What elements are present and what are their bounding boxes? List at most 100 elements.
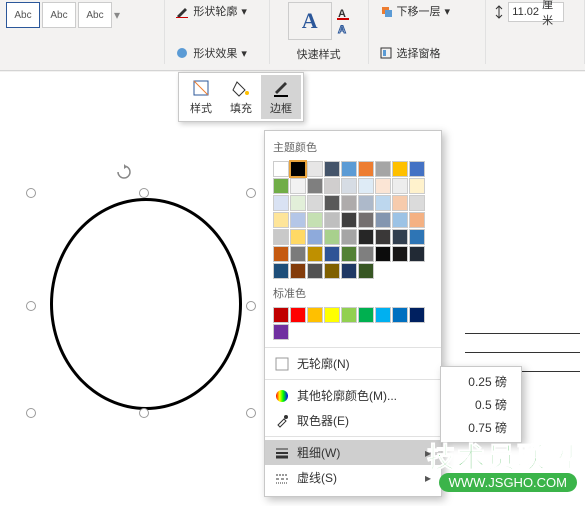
color-swatch[interactable] — [375, 212, 391, 228]
color-swatch[interactable] — [341, 307, 357, 323]
color-swatch[interactable] — [375, 307, 391, 323]
color-swatch[interactable] — [358, 246, 374, 262]
color-swatch[interactable] — [341, 263, 357, 279]
color-swatch[interactable] — [273, 263, 289, 279]
color-swatch[interactable] — [307, 178, 323, 194]
color-swatch[interactable] — [341, 246, 357, 262]
color-swatch[interactable] — [358, 263, 374, 279]
color-swatch[interactable] — [324, 212, 340, 228]
quick-style-gallery[interactable]: A — [288, 2, 332, 40]
color-swatch[interactable] — [358, 161, 374, 177]
more-colors-item[interactable]: 其他轮廓颜色(M)... — [265, 383, 441, 408]
color-swatch[interactable] — [324, 229, 340, 245]
color-swatch[interactable] — [341, 161, 357, 177]
color-swatch[interactable] — [392, 212, 408, 228]
color-swatch[interactable] — [290, 161, 306, 177]
selection-pane-button[interactable]: 选择窗格 — [375, 44, 480, 62]
color-swatch[interactable] — [324, 195, 340, 211]
color-swatch[interactable] — [409, 195, 425, 211]
text-outline-icon[interactable]: A — [336, 22, 350, 36]
color-swatch[interactable] — [324, 178, 340, 194]
color-swatch[interactable] — [358, 212, 374, 228]
color-swatch[interactable] — [324, 307, 340, 323]
fill-button[interactable]: 填充 — [221, 75, 261, 119]
color-swatch[interactable] — [273, 324, 289, 340]
color-swatch[interactable] — [358, 195, 374, 211]
color-swatch[interactable] — [392, 178, 408, 194]
color-swatch[interactable] — [341, 212, 357, 228]
color-swatch[interactable] — [307, 263, 323, 279]
color-swatch[interactable] — [290, 263, 306, 279]
color-swatch[interactable] — [307, 161, 323, 177]
color-swatch[interactable] — [307, 229, 323, 245]
eyedropper-item[interactable]: 取色器(E) — [265, 408, 441, 433]
color-swatch[interactable] — [358, 307, 374, 323]
color-swatch[interactable] — [392, 161, 408, 177]
color-swatch[interactable] — [375, 246, 391, 262]
color-swatch[interactable] — [358, 229, 374, 245]
color-swatch[interactable] — [341, 178, 357, 194]
color-swatch[interactable] — [409, 229, 425, 245]
shape-effects-button[interactable]: 形状效果 ▾ — [171, 44, 262, 62]
color-swatch[interactable] — [409, 161, 425, 177]
color-swatch[interactable] — [341, 195, 357, 211]
style-button[interactable]: 样式 — [181, 75, 221, 119]
resize-handle[interactable] — [26, 408, 36, 418]
color-swatch[interactable] — [324, 246, 340, 262]
color-swatch[interactable] — [307, 307, 323, 323]
color-swatch[interactable] — [409, 178, 425, 194]
color-swatch[interactable] — [358, 178, 374, 194]
color-swatch[interactable] — [290, 212, 306, 228]
resize-handle[interactable] — [26, 301, 36, 311]
color-swatch[interactable] — [375, 161, 391, 177]
resize-handle[interactable] — [246, 188, 256, 198]
weight-option[interactable]: 0.25 磅 — [441, 370, 521, 393]
selected-shape[interactable] — [30, 192, 252, 414]
color-swatch[interactable] — [409, 212, 425, 228]
color-swatch[interactable] — [273, 161, 289, 177]
height-input[interactable]: 11.02 厘米 — [508, 2, 564, 22]
color-swatch[interactable] — [392, 246, 408, 262]
color-swatch[interactable] — [273, 178, 289, 194]
resize-handle[interactable] — [139, 408, 149, 418]
dashes-item[interactable]: 虚线(S)▸ — [265, 465, 441, 490]
color-swatch[interactable] — [273, 229, 289, 245]
color-swatch[interactable] — [273, 212, 289, 228]
color-swatch[interactable] — [307, 246, 323, 262]
color-swatch[interactable] — [392, 229, 408, 245]
color-swatch[interactable] — [392, 307, 408, 323]
send-backward-button[interactable]: 下移一层 ▾ — [375, 2, 480, 20]
color-swatch[interactable] — [290, 178, 306, 194]
resize-handle[interactable] — [26, 188, 36, 198]
color-swatch[interactable] — [290, 246, 306, 262]
text-fill-icon[interactable]: A — [336, 6, 350, 20]
color-swatch[interactable] — [341, 229, 357, 245]
color-swatch[interactable] — [375, 229, 391, 245]
weight-option[interactable]: 0.5 磅 — [441, 393, 521, 416]
resize-handle[interactable] — [139, 188, 149, 198]
rotation-handle-icon[interactable] — [116, 164, 132, 180]
ellipse-shape[interactable] — [50, 198, 242, 410]
no-outline-item[interactable]: 无轮廓(N) — [265, 351, 441, 376]
color-swatch[interactable] — [273, 195, 289, 211]
color-swatch[interactable] — [375, 195, 391, 211]
color-swatch[interactable] — [290, 195, 306, 211]
weight-item[interactable]: 粗细(W)▸ — [265, 440, 441, 465]
color-swatch[interactable] — [392, 195, 408, 211]
color-swatch[interactable] — [375, 178, 391, 194]
color-swatch[interactable] — [290, 229, 306, 245]
shape-outline-button[interactable]: 形状轮廓 ▾ — [171, 2, 262, 20]
color-swatch[interactable] — [409, 246, 425, 262]
color-swatch[interactable] — [409, 307, 425, 323]
color-swatch[interactable] — [324, 161, 340, 177]
color-swatch[interactable] — [324, 263, 340, 279]
gallery-more-icon[interactable]: ▾ — [114, 8, 120, 22]
shape-style-thumb[interactable]: Abc — [78, 2, 112, 28]
color-swatch[interactable] — [273, 307, 289, 323]
color-swatch[interactable] — [290, 307, 306, 323]
shape-style-thumb[interactable]: Abc — [42, 2, 76, 28]
shape-style-thumb[interactable]: Abc — [6, 2, 40, 28]
resize-handle[interactable] — [246, 408, 256, 418]
color-swatch[interactable] — [307, 195, 323, 211]
color-swatch[interactable] — [307, 212, 323, 228]
